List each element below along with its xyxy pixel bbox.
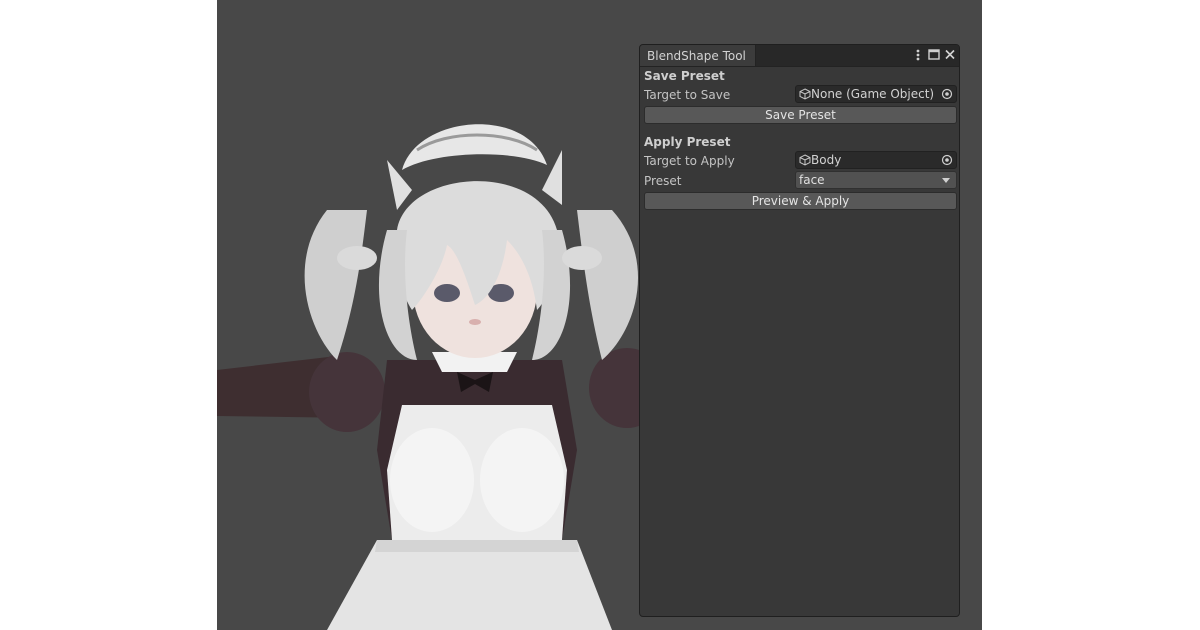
object-picker-icon[interactable] <box>941 88 953 100</box>
target-to-save-label: Target to Save <box>644 88 731 102</box>
apply-preset-heading: Apply Preset <box>644 135 731 149</box>
gameobject-cube-icon <box>799 88 811 100</box>
tab-blendshape-tool[interactable]: BlendShape Tool <box>640 45 756 66</box>
preset-label: Preset <box>644 174 682 188</box>
kebab-menu-icon[interactable] <box>911 47 925 63</box>
target-to-save-field[interactable]: None (Game Object) <box>795 85 957 103</box>
target-to-apply-value: Body <box>811 153 842 167</box>
save-preset-heading: Save Preset <box>644 69 725 83</box>
target-to-save-value: None (Game Object) <box>811 87 935 101</box>
window-title-bar: BlendShape Tool <box>640 45 959 67</box>
target-to-apply-field[interactable]: Body <box>795 151 957 169</box>
preview-apply-button[interactable]: Preview & Apply <box>644 192 957 210</box>
object-picker-icon[interactable] <box>941 154 953 166</box>
maximize-icon[interactable] <box>927 47 941 63</box>
dropdown-caret-icon <box>942 178 950 183</box>
save-preset-button[interactable]: Save Preset <box>644 106 957 124</box>
blendshape-tool-window: BlendShape Tool Save Preset Target to Sa… <box>639 44 960 617</box>
close-icon[interactable] <box>943 47 957 63</box>
gameobject-cube-icon <box>799 154 811 166</box>
preset-dropdown[interactable]: face <box>795 171 957 189</box>
target-to-apply-label: Target to Apply <box>644 154 735 168</box>
preset-selected-value: face <box>799 173 825 187</box>
